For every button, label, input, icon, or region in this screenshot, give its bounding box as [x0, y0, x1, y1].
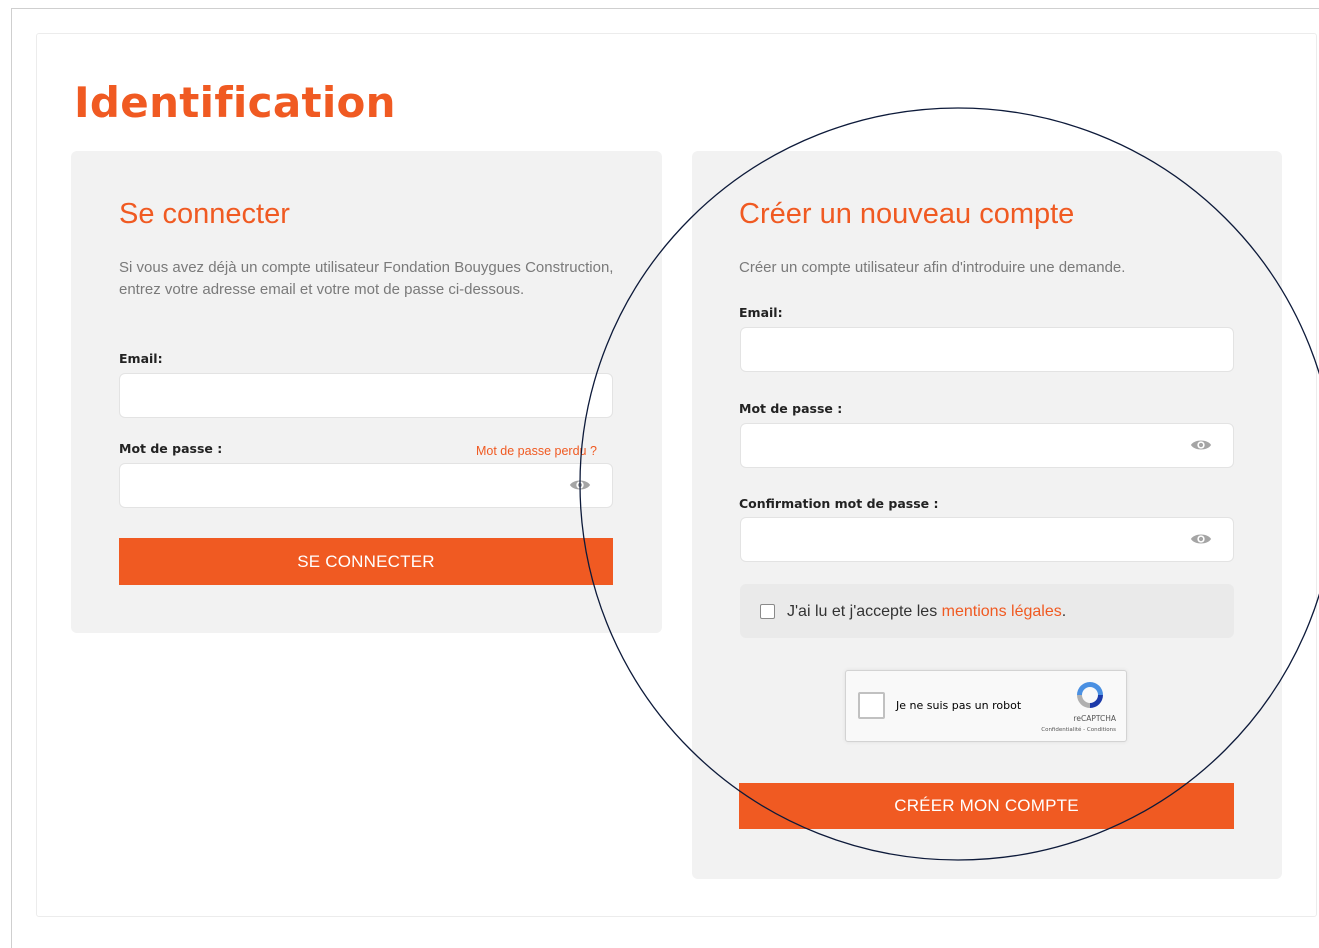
register-email-input[interactable]	[740, 327, 1234, 372]
recaptcha-brand: reCAPTCHA	[1073, 714, 1116, 723]
login-email-label: Email:	[119, 351, 163, 366]
terms-suffix: .	[1061, 603, 1067, 620]
register-description: Créer un compte utilisateur afin d'intro…	[739, 259, 1126, 276]
register-email-label: Email:	[739, 305, 783, 320]
recaptcha-legal-links[interactable]: Confidentialité - Conditions	[1041, 726, 1116, 734]
terms-prefix: J'ai lu et j'accepte les	[787, 603, 942, 620]
forgot-password-link[interactable]: Mot de passe perdu ?	[476, 443, 597, 459]
login-title: Se connecter	[119, 198, 290, 230]
recaptcha-logo-icon	[1077, 682, 1103, 708]
terms-text: J'ai lu et j'accepte les mentions légale…	[787, 602, 1066, 622]
recaptcha-label: Je ne suis pas un robot	[896, 699, 1022, 712]
register-password-label: Mot de passe :	[739, 401, 843, 416]
terms-link[interactable]: mentions légales	[942, 603, 1062, 620]
page-title: Identification	[74, 78, 396, 127]
register-title: Créer un nouveau compte	[739, 198, 1075, 230]
login-email-input[interactable]	[119, 373, 613, 418]
register-password-input[interactable]	[740, 423, 1234, 468]
login-password-label: Mot de passe :	[119, 441, 223, 456]
recaptcha-widget: Je ne suis pas un robot reCAPTCHA Confid…	[845, 670, 1127, 742]
login-password-input[interactable]	[119, 463, 613, 508]
terms-checkbox[interactable]	[760, 604, 775, 619]
recaptcha-checkbox[interactable]	[858, 692, 885, 719]
eye-icon[interactable]	[569, 477, 591, 493]
register-confirm-password-input[interactable]	[740, 517, 1234, 562]
login-submit-button[interactable]: SE CONNECTER	[119, 538, 613, 585]
register-confirm-password-label: Confirmation mot de passe :	[739, 496, 939, 511]
eye-icon[interactable]	[1190, 437, 1212, 453]
eye-icon[interactable]	[1190, 531, 1212, 547]
login-description: Si vous avez déjà un compte utilisateur …	[119, 259, 614, 298]
register-submit-button[interactable]: CRÉER MON COMPTE	[739, 783, 1234, 829]
